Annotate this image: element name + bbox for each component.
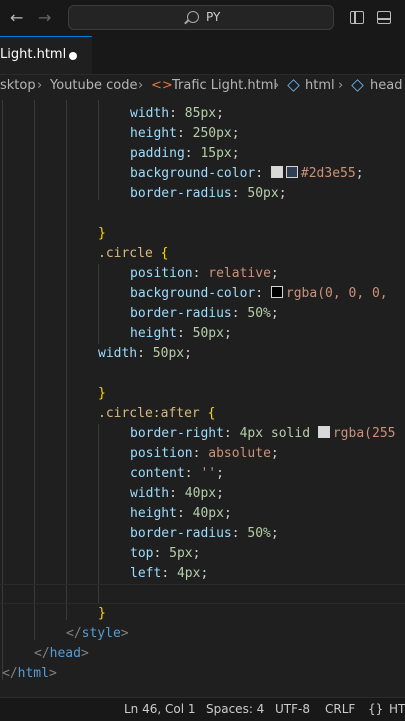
chevron-right-icon: › <box>37 78 43 93</box>
code-line: border-radius: 50px; <box>130 186 287 201</box>
code-line: } <box>98 226 106 241</box>
indent-guide <box>98 264 99 344</box>
cursor-position[interactable]: Ln 46, Col 1 <box>124 702 196 716</box>
chevron-right-icon: › <box>138 78 144 93</box>
code-line: border-right: 4px solid rgba(255 <box>130 426 396 441</box>
code-line: height: 40px; <box>130 506 232 521</box>
code-line: } <box>98 386 106 401</box>
code-editor[interactable]: width: 85px; height: 250px; padding: 15p… <box>0 100 405 700</box>
code-line: width: 50px; <box>98 346 192 361</box>
breadcrumb-item[interactable]: html <box>305 78 335 93</box>
code-line: } <box>98 606 106 621</box>
color-swatch[interactable] <box>317 426 330 438</box>
code-line: .circle { <box>98 246 169 261</box>
arrow-left-icon[interactable]: ← <box>10 8 23 27</box>
code-line: border-radius: 50%; <box>130 306 279 321</box>
tab-trafic-light-html[interactable]: Light.html <box>0 36 92 74</box>
element-icon <box>287 79 300 92</box>
code-line: </style> <box>66 626 129 641</box>
eol-setting[interactable]: CRLF <box>325 702 355 716</box>
code-line: height: 250px; <box>130 126 240 141</box>
color-swatch[interactable] <box>270 286 283 298</box>
code-line: width: 40px; <box>130 486 224 501</box>
code-line: </head> <box>34 646 89 661</box>
breadcrumb-item[interactable]: Trafic Light.html <box>172 78 277 93</box>
language-mode[interactable]: HT <box>389 702 405 716</box>
indentation-setting[interactable]: Spaces: 4 <box>206 702 264 716</box>
indent-guide <box>98 424 99 604</box>
code-line: border-radius: 50%; <box>130 526 279 541</box>
chevron-right-icon: › <box>338 78 344 93</box>
code-line: padding: 15px; <box>130 146 240 161</box>
breadcrumb-item[interactable]: Youtube code <box>50 78 137 93</box>
breadcrumb-item[interactable]: head <box>370 78 402 93</box>
breadcrumb: sktop › Youtube code › <> Trafic Light.h… <box>0 75 405 97</box>
braces-icon: {} <box>368 702 384 716</box>
code-line: .circle:after { <box>98 406 216 421</box>
element-icon <box>351 79 364 92</box>
tab-bar: Light.html <box>0 36 405 75</box>
current-line-highlight <box>0 584 405 604</box>
code-line: position: relative; <box>130 266 279 281</box>
chevron-right-icon: › <box>274 78 280 93</box>
indent-guide <box>66 100 67 620</box>
arrow-right-icon[interactable]: → <box>38 8 51 27</box>
unsaved-dot-icon[interactable] <box>69 52 77 60</box>
command-center-search[interactable]: PY <box>68 5 334 30</box>
toggle-sidebar-icon[interactable] <box>350 11 364 24</box>
code-line: left: 4px; <box>130 566 209 581</box>
title-bar: ← → PY <box>0 0 405 36</box>
code-line: content: ''; <box>130 466 224 481</box>
html5-icon: <> <box>151 78 173 93</box>
code-line: height: 50px; <box>130 326 232 341</box>
color-swatch[interactable] <box>270 166 283 178</box>
code-line: width: 85px; <box>130 106 224 121</box>
indent-guide <box>34 100 35 640</box>
breadcrumb-item[interactable]: sktop <box>0 78 36 93</box>
status-bar: Ln 46, Col 1 Spaces: 4 UTF-8 CRLF {} HT <box>0 697 405 721</box>
code-line: background-color: rgba(0, 0, 0, <box>130 286 388 301</box>
indent-guide <box>98 100 99 200</box>
search-text: PY <box>206 10 221 24</box>
code-line: </html> <box>2 666 57 681</box>
toggle-panel-icon[interactable] <box>377 11 391 24</box>
encoding-setting[interactable]: UTF-8 <box>275 702 310 716</box>
code-line: position: absolute; <box>130 446 279 461</box>
code-line: top: 5px; <box>130 546 201 561</box>
search-icon <box>187 11 199 23</box>
color-swatch[interactable] <box>285 166 298 178</box>
tab-label: Light.html <box>0 47 67 62</box>
code-line: background-color: #2d3e55; <box>130 166 364 181</box>
